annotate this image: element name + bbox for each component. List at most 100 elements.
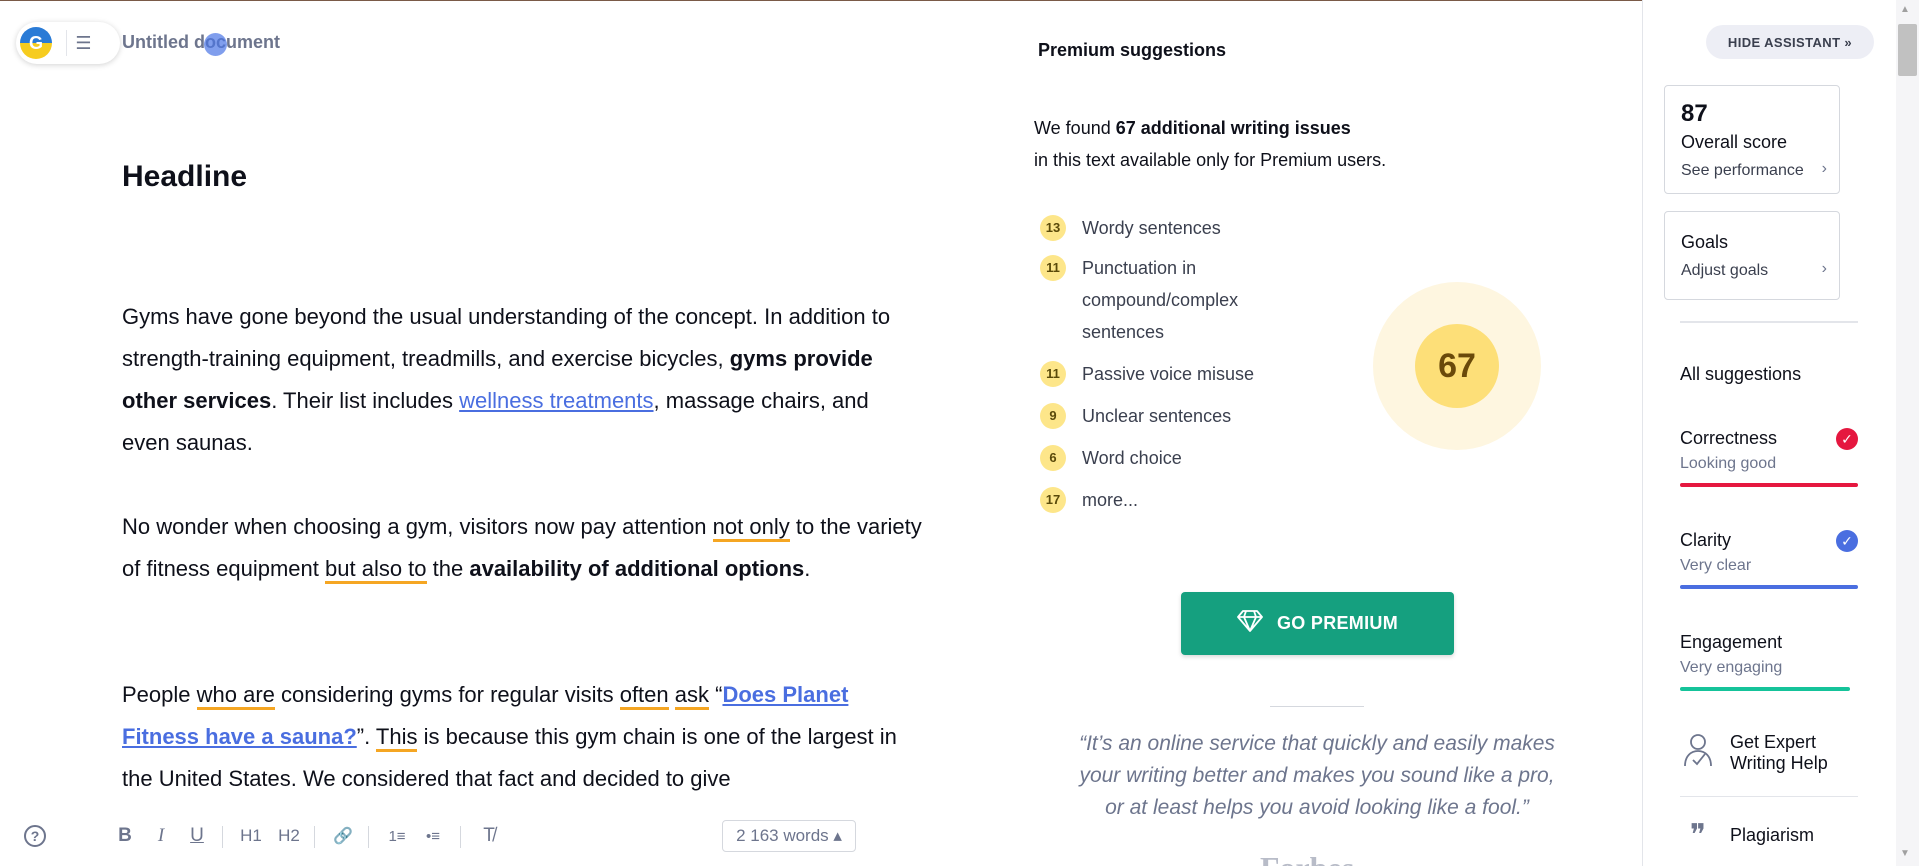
category-status: Looking good [1680, 455, 1777, 472]
document-headline[interactable]: Headline [122, 160, 247, 194]
text-span: the [426, 556, 470, 581]
goals-card[interactable]: Goals Adjust goals › [1664, 211, 1840, 300]
suggestion-underline[interactable]: often [619, 682, 669, 710]
plagiarism-link[interactable]: ❞ Plagiarism [1680, 818, 1858, 853]
forbes-logo: Forbes [1260, 850, 1354, 866]
suggestion-underline[interactable]: but also to [325, 556, 427, 584]
window-top-border [0, 0, 1919, 1]
premium-score: 67 [1415, 324, 1499, 408]
expert-writing-help-label: Get Expert Writing Help [1730, 732, 1828, 773]
scrollbar-thumb[interactable] [1898, 24, 1917, 76]
overall-score-value: 87 [1681, 100, 1708, 127]
issue-label: Wordy sentences [1082, 218, 1221, 238]
count-badge: 11 [1040, 361, 1066, 387]
hyperlink-wellness-treatments[interactable]: wellness treatments [459, 388, 653, 413]
toolbar-divider [460, 826, 461, 848]
scroll-up-arrow-icon[interactable]: ▲ [1900, 4, 1910, 15]
bold-text: availability of additional options [469, 556, 805, 581]
text-span: . Their list includes [271, 388, 460, 413]
bullet-list-icon[interactable]: •≡ [418, 818, 448, 854]
text-span [669, 682, 675, 707]
category-engagement[interactable]: Engagement Very engaging [1680, 632, 1858, 691]
intro-text: We found [1034, 118, 1116, 138]
list-item: 11 Passive voice misuse [1040, 358, 1254, 390]
list-item: 11 Punctuation in compound/complex sente… [1040, 252, 1300, 348]
chevron-right-icon: › [1821, 260, 1827, 277]
count-badge: 9 [1040, 403, 1066, 429]
paragraph-2[interactable]: No wonder when choosing a gym, visitors … [122, 506, 922, 590]
text-span: . [804, 556, 811, 581]
category-status: Very engaging [1680, 659, 1783, 676]
text-span: People [122, 682, 197, 707]
category-title: Clarity [1680, 530, 1732, 550]
chevron-right-icon: › [1821, 160, 1827, 177]
premium-intro: We found 67 additional writing issues in… [1034, 112, 1474, 176]
issue-label: Word choice [1082, 448, 1182, 468]
text-span: considering gyms for regular visits [274, 682, 620, 707]
list-item: 13 Wordy sentences [1040, 212, 1221, 244]
toolbar-divider [368, 826, 369, 848]
text-span: “ [709, 682, 723, 707]
grammarly-logo-icon[interactable]: G [20, 27, 52, 59]
intro-bold-count: 67 additional writing issues [1115, 118, 1351, 138]
category-correctness[interactable]: Correctness Looking good ✓ [1680, 428, 1858, 487]
page-scrollbar[interactable] [1896, 0, 1919, 866]
go-premium-label: GO PREMIUM [1276, 613, 1398, 633]
category-status: Very clear [1680, 557, 1752, 574]
italic-button[interactable]: I [148, 818, 174, 854]
category-bar [1680, 483, 1858, 487]
scroll-down-arrow-icon[interactable]: ▼ [1900, 848, 1910, 859]
overall-score-title: Overall score [1681, 132, 1788, 152]
suggestion-underline[interactable]: who are [196, 682, 275, 710]
count-badge: 11 [1040, 255, 1066, 281]
text-span: No wonder when choosing a gym, visitors … [122, 514, 713, 539]
suggestion-underline[interactable]: This [375, 724, 418, 752]
grammarly-widget[interactable]: G ☰ [16, 22, 120, 64]
count-badge: 17 [1040, 487, 1066, 513]
category-bar [1680, 585, 1858, 589]
text-span: ”. [356, 724, 376, 749]
issue-label: Unclear sentences [1082, 406, 1232, 426]
document-title[interactable]: Untitled document [122, 32, 280, 53]
category-title: Correctness [1680, 428, 1778, 448]
go-premium-button[interactable]: GO PREMIUM [1181, 592, 1454, 655]
all-suggestions-link[interactable]: All suggestions [1680, 364, 1801, 385]
quote-divider [1270, 706, 1364, 707]
toolbar-divider [314, 826, 315, 848]
sidebar-divider [1680, 796, 1858, 797]
paragraph-1[interactable]: Gyms have gone beyond the usual understa… [122, 296, 922, 464]
check-icon: ✓ [1836, 530, 1858, 552]
see-performance-link[interactable]: See performance [1681, 162, 1804, 180]
hide-assistant-button[interactable]: HIDE ASSISTANT » [1706, 25, 1874, 59]
suggestion-underline[interactable]: ask [674, 682, 710, 710]
mouse-cursor-indicator [204, 33, 227, 56]
testimonial-quote: “It’s an online service that quickly and… [1079, 732, 1555, 819]
overall-score-card[interactable]: 87 Overall score See performance › [1664, 85, 1840, 194]
word-count-button[interactable]: 2 163 words ▴ [722, 820, 856, 852]
toolbar-divider [222, 826, 223, 848]
suggestion-underline[interactable]: not only [712, 514, 790, 542]
ordered-list-icon[interactable]: 1≡ [382, 818, 412, 854]
adjust-goals-link[interactable]: Adjust goals [1681, 262, 1768, 280]
bold-button[interactable]: B [112, 818, 138, 854]
heading2-button[interactable]: H2 [274, 818, 304, 854]
category-title: Engagement [1680, 632, 1783, 652]
hamburger-menu-icon[interactable]: ☰ [66, 30, 100, 56]
issue-label[interactable]: more... [1082, 484, 1138, 516]
diamond-icon [1237, 610, 1263, 637]
clear-formatting-icon[interactable]: T̸ [474, 818, 504, 854]
list-item: 6 Word choice [1040, 442, 1182, 474]
category-clarity[interactable]: Clarity Very clear ✓ [1680, 530, 1858, 589]
issue-label: Passive voice misuse [1082, 364, 1255, 384]
paragraph-3[interactable]: People who are considering gyms for regu… [122, 674, 922, 800]
expert-writing-help-link[interactable]: Get Expert Writing Help [1680, 732, 1858, 774]
heading1-button[interactable]: H1 [236, 818, 266, 854]
count-badge: 13 [1040, 215, 1066, 241]
expert-person-icon [1680, 732, 1716, 774]
underline-button[interactable]: U [184, 818, 210, 854]
help-icon[interactable]: ? [24, 825, 46, 847]
link-icon[interactable]: 🔗 [328, 818, 358, 854]
list-item[interactable]: 17 more... [1040, 484, 1138, 516]
count-badge: 6 [1040, 445, 1066, 471]
goals-title: Goals [1681, 232, 1729, 252]
